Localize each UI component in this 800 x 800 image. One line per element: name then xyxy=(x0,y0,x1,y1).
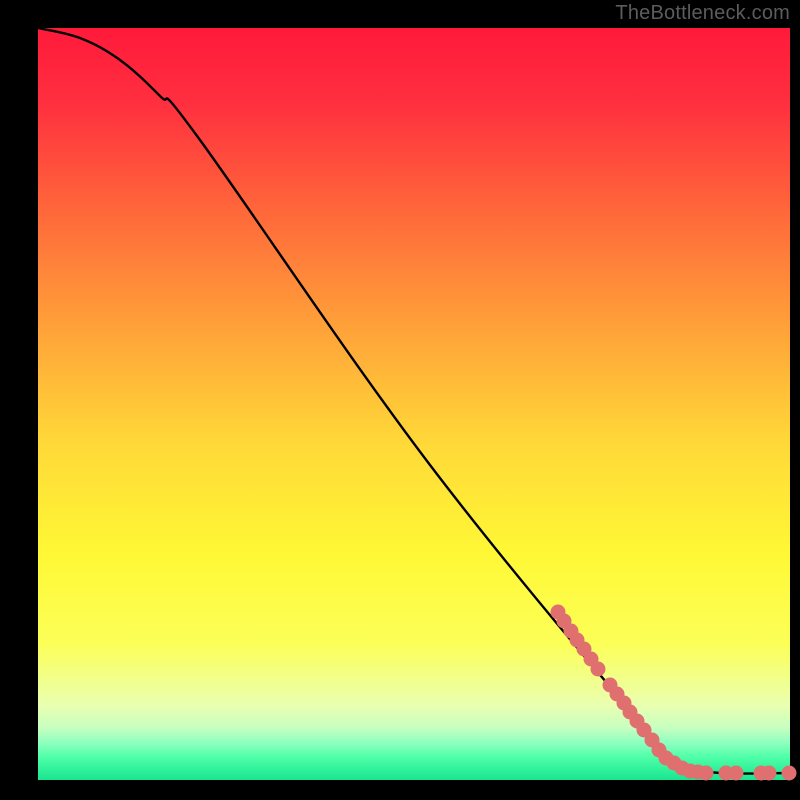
plot-background xyxy=(38,28,790,780)
data-point xyxy=(699,766,714,781)
data-point xyxy=(729,766,744,781)
chart-plot xyxy=(0,0,800,800)
watermark-text: TheBottleneck.com xyxy=(615,2,790,25)
data-point xyxy=(591,662,606,677)
data-point xyxy=(782,766,797,781)
chart-container: TheBottleneck.com xyxy=(0,0,800,800)
data-point xyxy=(762,766,777,781)
